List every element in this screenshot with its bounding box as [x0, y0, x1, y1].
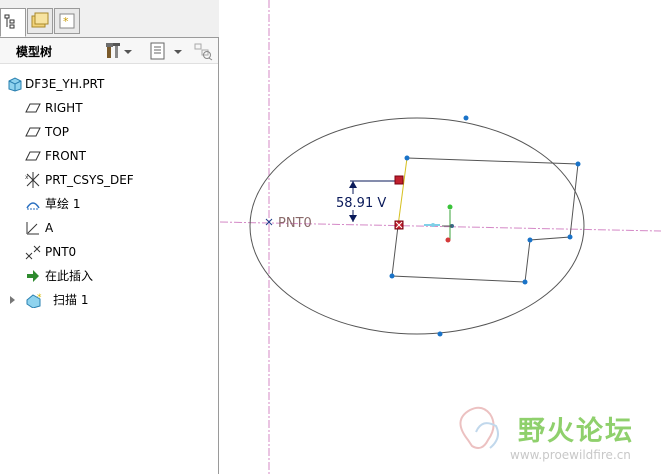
- drag-handle-top[interactable]: [394, 175, 404, 185]
- insert-here-arrow-icon: [27, 270, 39, 282]
- filter-icon: [194, 43, 213, 61]
- svg-text:*: *: [63, 15, 69, 28]
- model-tree-tab[interactable]: [0, 8, 26, 37]
- profile-vertex[interactable]: [522, 279, 528, 285]
- tree-item-label: RIGHT: [45, 101, 83, 115]
- tree-item-front[interactable]: FRONT: [0, 145, 218, 167]
- sketch-yellow-segment[interactable]: [397, 157, 408, 227]
- tree-item-csys[interactable]: x PRT_CSYS_DEF: [0, 169, 218, 191]
- dimension-value[interactable]: 58.91 V: [336, 196, 386, 211]
- tree-item-label: 扫描 1: [53, 293, 89, 307]
- tree-item-label: 在此插入: [45, 269, 94, 283]
- sketch-canvas[interactable]: 58.91 V PNT0: [220, 0, 661, 474]
- panel-tab-bar: *: [0, 0, 219, 37]
- chevron-down-icon: [124, 50, 132, 54]
- expand-arrow-icon[interactable]: [8, 292, 18, 308]
- favorites-tab-icon: *: [59, 13, 75, 29]
- datum-plane-icon: [25, 103, 41, 113]
- start-arrow-dot: [431, 223, 435, 227]
- sketch-profile[interactable]: [391, 157, 579, 283]
- tree-item-sketch[interactable]: 草绘 1: [0, 193, 218, 215]
- svg-text:*: *: [37, 293, 42, 303]
- tree-item-insert-here[interactable]: 在此插入: [0, 265, 218, 287]
- dimension-arrow-icon: [349, 215, 357, 222]
- sweep-icon: *: [26, 293, 42, 308]
- watermark-logo-icon: [459, 406, 499, 449]
- tree-item-label: PNT0: [45, 245, 77, 259]
- tree-item-right[interactable]: RIGHT: [0, 97, 218, 119]
- triad-y-end: [447, 204, 453, 210]
- model-tree-toolbar: 模型树: [0, 37, 218, 64]
- tree-item-top[interactable]: TOP: [0, 121, 218, 143]
- point-label: PNT0: [278, 216, 312, 231]
- tree-item-label: PRT_CSYS_DEF: [45, 173, 134, 187]
- show-list-button[interactable]: [148, 41, 184, 61]
- watermark-text: 野火论坛: [518, 416, 634, 447]
- sketch-icon: [26, 202, 40, 210]
- model-tree-tab-icon: [4, 14, 15, 29]
- profile-vertex[interactable]: [527, 237, 533, 243]
- ellipse-vertex[interactable]: [437, 331, 443, 337]
- favorites-tab[interactable]: *: [54, 8, 80, 34]
- tree-item-label: 草绘 1: [45, 197, 81, 211]
- profile-vertex[interactable]: [404, 155, 410, 161]
- folder-browser-tab[interactable]: [27, 8, 53, 34]
- svg-text:x: x: [25, 174, 29, 181]
- tree-item-sweep[interactable]: * 扫描 1: [0, 289, 218, 311]
- dimension-arrow-icon: [349, 181, 357, 188]
- settings-tools-button[interactable]: [104, 41, 132, 61]
- graphics-area[interactable]: 58.91 V PNT0 野火论坛 www.proewildfire.cn: [220, 0, 661, 474]
- datum-axis-icon: [26, 222, 39, 235]
- profile-vertex[interactable]: [389, 273, 395, 279]
- triad-x-end: [445, 237, 451, 243]
- csys-icon: x: [25, 172, 40, 188]
- datum-plane-icon: [25, 127, 41, 137]
- ellipse-vertex[interactable]: [463, 115, 469, 121]
- filter-button[interactable]: [192, 41, 214, 61]
- tree-item-label: A: [45, 221, 54, 235]
- datum-plane-icon: [25, 151, 41, 161]
- profile-vertex[interactable]: [567, 234, 573, 240]
- tree-item-point[interactable]: PNT0: [0, 241, 218, 263]
- watermark-url: www.proewildfire.cn: [510, 448, 631, 462]
- tree-item-label: DF3E_YH.PRT: [25, 77, 105, 91]
- tree-item-label: FRONT: [45, 149, 86, 163]
- part-icon: [8, 77, 22, 92]
- tree-item-label: TOP: [45, 125, 70, 139]
- panel-title: 模型树: [16, 45, 53, 59]
- folder-browser-tab-icon: [31, 12, 49, 28]
- datum-point-icon: [25, 245, 41, 260]
- tree-item-axis-a[interactable]: A: [0, 217, 218, 239]
- model-tree-panel: * 模型树 DF3E_YH.PRT RIGHT TOP FRONT x PRT_…: [0, 0, 219, 474]
- settings-tools-icon: [106, 43, 120, 58]
- profile-vertex[interactable]: [575, 161, 581, 167]
- tree-item-part[interactable]: DF3E_YH.PRT: [0, 73, 218, 95]
- show-list-icon: [150, 42, 165, 60]
- chevron-down-icon: [174, 50, 182, 54]
